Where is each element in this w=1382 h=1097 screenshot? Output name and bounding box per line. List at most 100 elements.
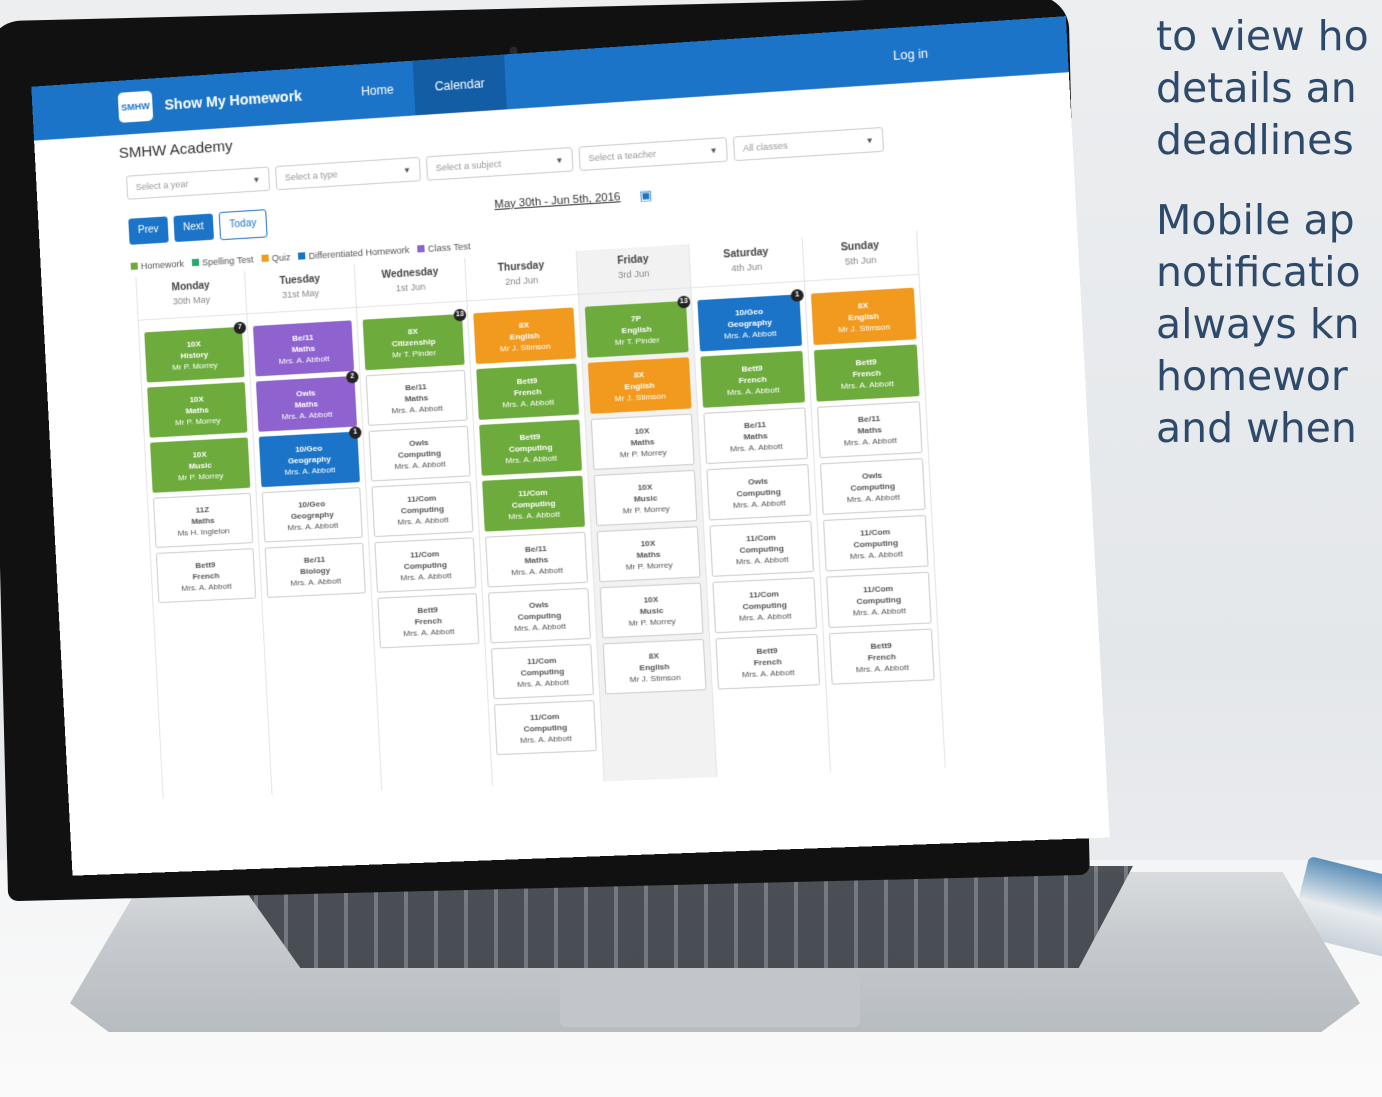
homework-card[interactable]: 8X English Mr J. Stimson: [810, 287, 917, 346]
homework-card[interactable]: 10X Music Mr P. Morrey: [150, 437, 251, 493]
homework-card[interactable]: 11/Com Computing Mrs. A. Abbott: [371, 481, 474, 538]
homework-card[interactable]: Owls Computing Mrs. A. Abbott: [706, 463, 812, 521]
nav-calendar[interactable]: Calendar: [412, 54, 507, 116]
homework-card[interactable]: 8X English Mr J. Stimson: [587, 357, 692, 414]
homework-card[interactable]: 10X Music Mr P. Morrey: [593, 469, 698, 527]
homework-card[interactable]: Bett9 Computing Mrs. A. Abbott: [479, 419, 583, 476]
day-header: Saturday 4th Jun: [689, 237, 804, 289]
marketing-line: details an: [1156, 64, 1357, 112]
homework-card[interactable]: Bett9 French Mrs. A. Abbott: [813, 344, 920, 402]
count-badge: 7: [233, 321, 247, 335]
homework-card[interactable]: 10/Geo Geography Mrs. A. Abbott 1: [258, 426, 362, 488]
day-header: Thursday 2nd Jun: [465, 251, 578, 302]
legend-swatch: [261, 254, 269, 262]
homework-card[interactable]: 8X English Mr J. Stimson: [602, 638, 707, 695]
day-name: Friday: [617, 253, 649, 267]
day-header: Wednesday 1st Jun: [354, 257, 467, 308]
homework-card[interactable]: Bett9 French Mrs. A. Abbott: [476, 363, 580, 420]
homework-card[interactable]: 10/Geo Geography Mrs. A. Abbott: [261, 487, 363, 543]
legend-item: Quiz: [261, 252, 291, 264]
teacher-select[interactable]: Select a teacher ▼: [578, 137, 728, 172]
count-badge: 13: [677, 295, 691, 309]
homework-card[interactable]: 11Z Maths Ms H. Ingleton: [152, 492, 254, 548]
homework-card[interactable]: Bett9 French Mrs. A. Abbott: [828, 628, 935, 685]
homework-card[interactable]: Bett9 French Mrs. A. Abbott: [715, 633, 821, 690]
smhw-logo-icon[interactable]: SMHW: [117, 90, 154, 123]
marketing-line: and when: [1156, 404, 1357, 452]
marketing-line: notificatio: [1156, 248, 1361, 296]
laptop-screen: SMHW Show My Homework Home Calendar Log …: [31, 16, 1110, 876]
homework-card[interactable]: Be/11 Biology Mrs. A. Abbott: [264, 542, 366, 598]
legend-swatch: [191, 258, 200, 267]
homework-card[interactable]: Bett9 French Mrs. A. Abbott: [155, 548, 257, 604]
day-header: Monday 30th May: [136, 271, 247, 321]
legend-swatch: [298, 252, 306, 260]
homework-card[interactable]: Be/11 Maths Mrs. A. Abbott: [365, 369, 468, 426]
chevron-down-icon: ▼: [709, 145, 719, 156]
laptop-trackpad: [560, 975, 860, 1027]
class-select[interactable]: All classes ▼: [732, 126, 885, 162]
homework-card[interactable]: 11/Com Computing Mrs. A. Abbott: [490, 643, 594, 700]
homework-card[interactable]: 11/Com Computing Mrs. A. Abbott: [493, 700, 597, 756]
legend-item: Class Test: [417, 241, 471, 254]
homework-card[interactable]: 11/Com Computing Mrs. A. Abbott: [709, 520, 815, 577]
type-select-label: Select a type: [284, 169, 338, 183]
next-button[interactable]: Next: [173, 213, 214, 243]
calendar-icon[interactable]: ▣: [639, 187, 653, 204]
homework-card[interactable]: 11/Com Computing Mrs. A. Abbott: [825, 571, 932, 629]
legend-label: Differentiated Homework: [308, 244, 410, 262]
day-date: 30th May: [172, 294, 211, 307]
marketing-line: homewor: [1156, 352, 1348, 400]
day-name: Sunday: [840, 240, 880, 254]
homework-card[interactable]: Owls Computing Mrs. A. Abbott: [368, 425, 471, 482]
legend-item: Differentiated Homework: [298, 245, 410, 262]
legend-label: Class Test: [427, 241, 471, 254]
type-select[interactable]: Select a type ▼: [275, 156, 421, 191]
homework-card[interactable]: 11/Com Computing Mrs. A. Abbott: [374, 537, 477, 593]
homework-card[interactable]: Owls Computing Mrs. A. Abbott: [487, 587, 591, 644]
subject-select-label: Select a subject: [435, 158, 502, 174]
laptop-lid: SMHW Show My Homework Home Calendar Log …: [0, 0, 1110, 902]
marketing-paragraph-2: Mobile ap notificatio always kn homewor …: [1156, 194, 1382, 454]
homework-card[interactable]: 10X Maths Mr P. Morrey: [590, 413, 695, 470]
count-badge: 2: [345, 370, 359, 384]
day-name: Monday: [171, 280, 211, 294]
day-header: Tuesday 31st May: [245, 264, 356, 315]
homework-card[interactable]: Be/11 Maths Mrs. A. Abbott: [252, 320, 355, 377]
nav-home[interactable]: Home: [339, 61, 415, 121]
homework-card[interactable]: Owls Maths Mrs. A. Abbott 2: [255, 370, 359, 432]
homework-card[interactable]: 8X English Mr J. Stimson: [473, 307, 577, 365]
homework-card[interactable]: 7P English Mr T. Pinder 13: [584, 295, 691, 358]
homework-card[interactable]: 10X Maths Mr P. Morrey: [147, 382, 248, 438]
homework-card[interactable]: Be/11 Maths Mrs. A. Abbott: [816, 401, 923, 459]
homework-card[interactable]: Be/11 Maths Mrs. A. Abbott: [703, 407, 809, 465]
homework-card[interactable]: 10/Geo Geography Mrs. A. Abbott 1: [697, 288, 804, 352]
homework-card[interactable]: Bett9 French Mrs. A. Abbott: [700, 350, 806, 408]
marketing-line: to view ho: [1156, 12, 1369, 60]
count-badge: 13: [453, 308, 467, 322]
homework-card[interactable]: 11/Com Computing Mrs. A. Abbott: [712, 577, 818, 634]
homework-card[interactable]: 10X Maths Mr P. Morrey: [596, 526, 701, 583]
subject-select[interactable]: Select a subject ▼: [425, 146, 574, 181]
homework-card[interactable]: 8X Citizenship Mr T. Pinder 13: [362, 308, 467, 371]
homework-card[interactable]: 11/Com Computing Mrs. A. Abbott: [822, 514, 929, 572]
marketing-line: deadlines: [1156, 116, 1354, 164]
homework-card[interactable]: Owls Computing Mrs. A. Abbott: [819, 458, 926, 515]
day-header: Sunday 5th Jun: [802, 230, 919, 282]
homework-card[interactable]: 10X History Mr P. Morrey 7: [144, 321, 247, 383]
day-name: Wednesday: [381, 266, 439, 282]
prev-button[interactable]: Prev: [128, 216, 169, 245]
year-select[interactable]: Select a year ▼: [126, 166, 271, 200]
marketing-text: to view ho details an deadlines Mobile a…: [1156, 10, 1382, 482]
brand-name[interactable]: Show My Homework: [164, 88, 302, 113]
today-button[interactable]: Today: [218, 209, 268, 241]
homework-card[interactable]: Bett9 French Mrs. A. Abbott: [377, 593, 480, 649]
day-name: Saturday: [723, 246, 769, 261]
teacher-select-label: Select a teacher: [588, 148, 657, 164]
login-link[interactable]: Log in: [893, 46, 929, 63]
homework-card[interactable]: Be/11 Maths Mrs. A. Abbott: [485, 531, 588, 588]
class-select-label: All classes: [742, 140, 788, 154]
homework-card[interactable]: 11/Com Computing Mrs. A. Abbott: [482, 475, 586, 532]
date-range[interactable]: May 30th - Jun 5th, 2016: [494, 191, 621, 211]
homework-card[interactable]: 10X Music Mr P. Morrey: [599, 582, 704, 639]
